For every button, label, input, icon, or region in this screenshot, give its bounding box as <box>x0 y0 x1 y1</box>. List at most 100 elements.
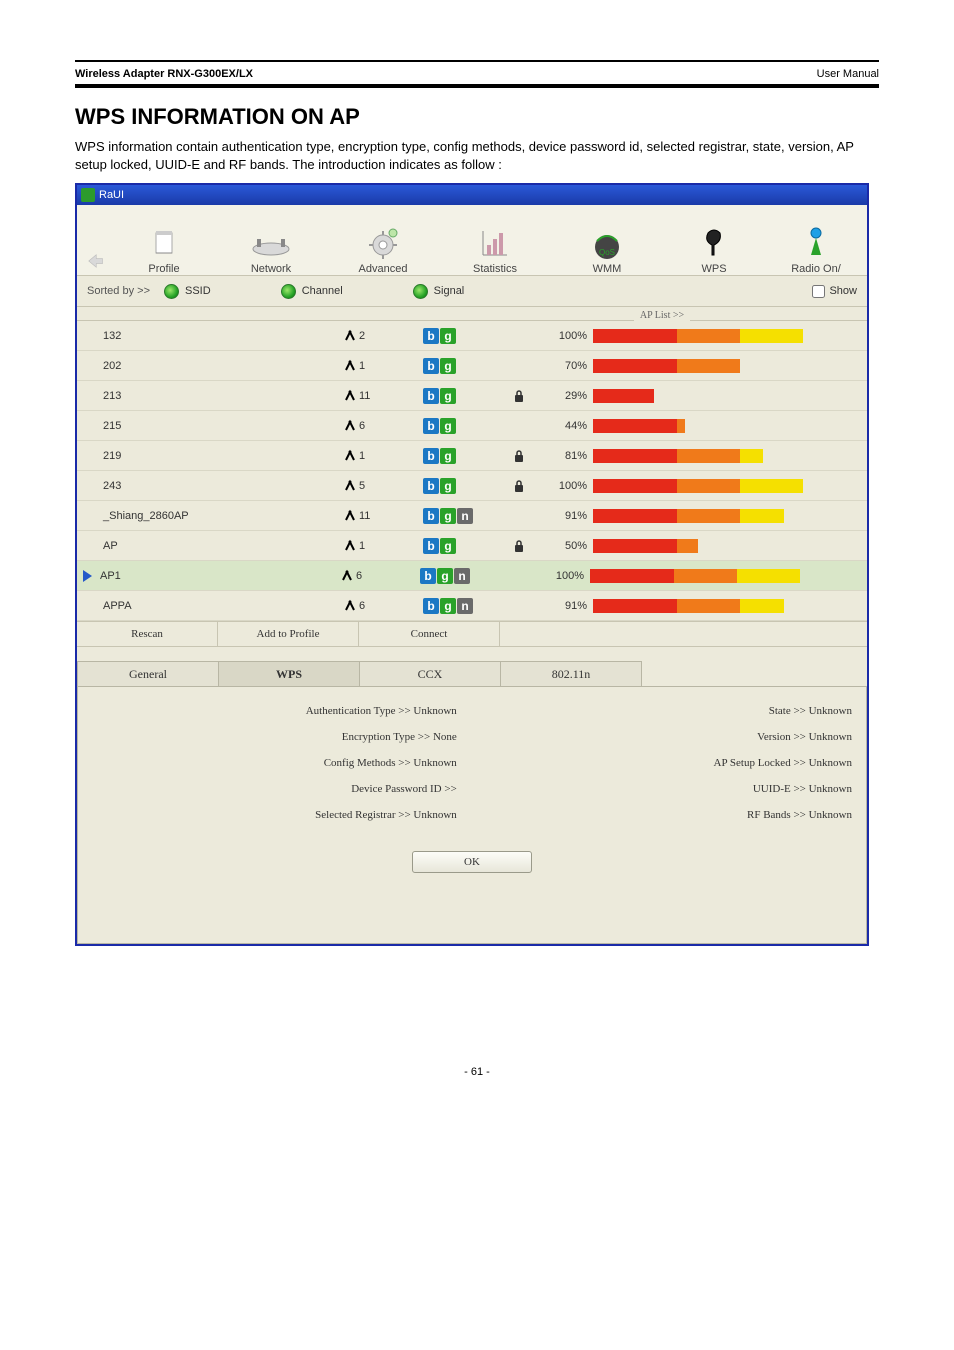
sort-ssid[interactable]: SSID <box>164 284 211 299</box>
cell-signal: 91% <box>541 600 593 612</box>
wps-state: State >> Unknown <box>769 705 852 717</box>
cell-signal: 100% <box>538 570 590 582</box>
svg-text:QoS: QoS <box>599 248 615 257</box>
cell-channel: 1 <box>343 449 423 463</box>
cell-bar <box>593 359 867 373</box>
table-row[interactable]: 2191bg81% <box>77 441 867 471</box>
cell-ssid: 213 <box>77 390 343 402</box>
cell-ssid: 215 <box>77 420 343 432</box>
section-title: WPS INFORMATION ON AP <box>75 104 879 130</box>
cell-modes: bg <box>423 358 513 374</box>
cell-bar <box>593 599 867 613</box>
sort-bar: Sorted by >> SSID Channel Signal Show <box>77 276 867 307</box>
table-row[interactable]: APPA6bgn91% <box>77 591 867 621</box>
tab-ccx[interactable]: CCX <box>359 661 501 686</box>
wps-config-methods: Config Methods >> Unknown <box>324 757 457 769</box>
tab-profile[interactable]: Profile <box>113 225 215 275</box>
cell-ssid: AP <box>77 540 343 552</box>
back-icon[interactable] <box>85 247 105 275</box>
tab-80211n[interactable]: 802.11n <box>500 661 642 686</box>
cell-bar <box>593 539 867 553</box>
table-row[interactable]: 21311bg29% <box>77 381 867 411</box>
ap-list-label: AP List >> <box>634 310 690 321</box>
app-icon <box>81 188 95 202</box>
ok-button[interactable]: OK <box>412 851 532 873</box>
tab-wps-detail[interactable]: WPS <box>218 661 360 686</box>
sorted-by-label: Sorted by >> <box>87 285 150 297</box>
cell-modes: bgn <box>423 598 513 614</box>
cell-channel: 5 <box>343 479 423 493</box>
table-row[interactable]: 2156bg44% <box>77 411 867 441</box>
cell-ssid: AP1 <box>92 570 340 582</box>
table-row[interactable]: _Shiang_2860AP11bgn 91% <box>77 501 867 531</box>
tab-general[interactable]: General <box>77 661 219 686</box>
action-buttons: Rescan Add to Profile Connect <box>77 621 867 647</box>
cell-lock <box>513 479 541 493</box>
table-row[interactable]: AP16bgn 100% <box>77 561 867 591</box>
tab-network[interactable]: Network <box>215 231 327 275</box>
cell-signal: 70% <box>541 360 593 372</box>
toolbar: Profile Network Advanced Statistics QoS … <box>77 205 867 276</box>
cell-bar <box>593 419 867 433</box>
app-title: RaUI <box>99 185 124 205</box>
cell-lock <box>513 389 541 403</box>
wps-rf-bands: RF Bands >> Unknown <box>747 809 852 821</box>
page-number: - 61 - <box>0 1066 954 1078</box>
cell-bar <box>590 569 867 583</box>
cell-channel: 11 <box>343 509 423 523</box>
show-checkbox[interactable]: Show <box>808 282 857 301</box>
cell-channel: 1 <box>343 539 423 553</box>
tab-advanced[interactable]: Advanced <box>327 225 439 275</box>
tab-statistics[interactable]: Statistics <box>439 225 551 275</box>
cell-signal: 91% <box>541 510 593 522</box>
table-row[interactable]: 2021bg 70% <box>77 351 867 381</box>
wps-uuid-e: UUID-E >> Unknown <box>753 783 852 795</box>
wps-version: Version >> Unknown <box>757 731 852 743</box>
tab-wps[interactable]: WPS <box>663 225 765 275</box>
sort-channel[interactable]: Channel <box>281 284 343 299</box>
tab-wmm[interactable]: QoS WMM <box>551 225 663 275</box>
wps-device-pwd-id: Device Password ID >> <box>351 783 457 795</box>
cell-lock <box>513 449 541 463</box>
doc-header-right: User Manual <box>817 68 879 80</box>
connect-button[interactable]: Connect <box>359 622 500 646</box>
cell-channel: 6 <box>343 419 423 433</box>
cell-bar <box>593 329 867 343</box>
cell-modes: bg <box>423 478 513 494</box>
selected-indicator-icon <box>83 570 92 582</box>
tab-radio[interactable]: Radio On/ <box>765 225 867 275</box>
cell-modes: bgn <box>423 508 513 524</box>
table-row[interactable]: AP1bg50% <box>77 531 867 561</box>
detail-tabs: General WPS CCX 802.11n <box>77 661 867 686</box>
doc-header-left: Wireless Adapter RNX-G300EX/LX <box>75 68 253 80</box>
cell-bar <box>593 389 867 403</box>
cell-channel: 1 <box>343 359 423 373</box>
wps-selected-registrar: Selected Registrar >> Unknown <box>315 809 457 821</box>
add-to-profile-button[interactable]: Add to Profile <box>218 622 359 646</box>
table-row[interactable]: 2435bg 100% <box>77 471 867 501</box>
cell-ssid: 202 <box>77 360 343 372</box>
intro-text: WPS information contain authentication t… <box>75 138 879 173</box>
wps-auth-type: Authentication Type >> Unknown <box>306 705 457 717</box>
cell-signal: 50% <box>541 540 593 552</box>
cell-ssid: 219 <box>77 450 343 462</box>
cell-signal: 100% <box>541 480 593 492</box>
cell-ssid: 243 <box>77 480 343 492</box>
rescan-button[interactable]: Rescan <box>77 622 218 646</box>
cell-ssid: _Shiang_2860AP <box>77 510 343 522</box>
cell-modes: bgn <box>420 568 510 584</box>
table-row[interactable]: 1322bg100% <box>77 321 867 351</box>
sort-signal[interactable]: Signal <box>413 284 465 299</box>
cell-bar <box>593 479 867 493</box>
cell-signal: 44% <box>541 420 593 432</box>
cell-channel: 6 <box>340 569 420 583</box>
cell-signal: 29% <box>541 390 593 402</box>
cell-bar <box>593 449 867 463</box>
cell-ssid: APPA <box>77 600 343 612</box>
cell-lock <box>513 539 541 553</box>
cell-bar <box>593 509 867 523</box>
cell-modes: bg <box>423 328 513 344</box>
wps-panel: Authentication Type >> Unknown Encryptio… <box>77 686 867 944</box>
wps-enc-type: Encryption Type >> None <box>342 731 457 743</box>
app-window: RaUI Profile Network Advanced Statistics… <box>75 183 869 946</box>
